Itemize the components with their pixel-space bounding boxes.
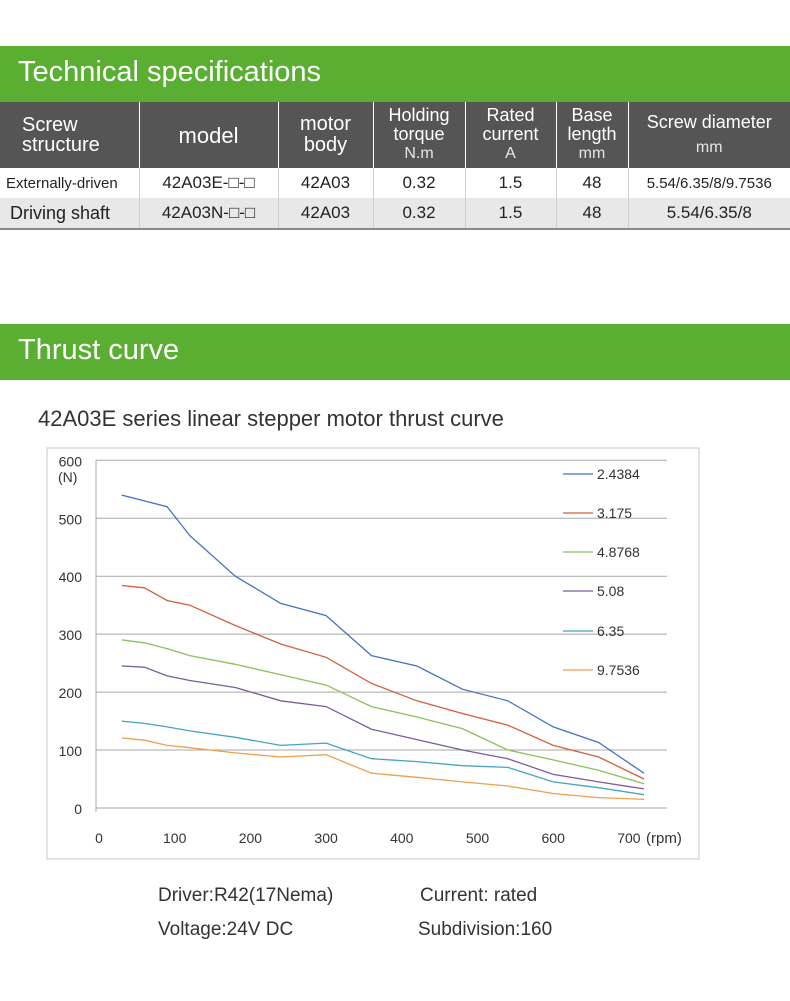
y-tick-label: 400 xyxy=(59,569,83,585)
y-tick-label: 300 xyxy=(59,627,83,643)
legend-label: 5.08 xyxy=(597,583,624,599)
cell-base-length: 48 xyxy=(556,168,629,198)
legend-label: 3.175 xyxy=(597,505,632,521)
x-tick-label: 500 xyxy=(466,830,490,846)
spec-header-row: Screw structure model motor body Holding… xyxy=(0,102,790,168)
y-tick-label: 600 xyxy=(59,453,83,469)
x-axis-label: (rpm) xyxy=(646,830,682,847)
cell-base-length: 48 xyxy=(556,198,629,230)
legend-label: 6.35 xyxy=(597,623,624,639)
x-tick-label: 400 xyxy=(390,830,414,846)
y-axis-label: (N) xyxy=(58,469,77,485)
legend-label: 4.8768 xyxy=(597,544,640,560)
thrust-banner: Thrust curve xyxy=(0,324,790,380)
cell-rated-current: 1.5 xyxy=(465,168,557,198)
cell-holding-torque: 0.32 xyxy=(373,168,466,198)
spec-row-driving-shaft: Driving shaft 42A03N-□-□ 42A03 0.32 1.5 … xyxy=(0,198,790,230)
thrust-chart: 0100200300400500600(N)0 100 200 300 400 500 60… xyxy=(46,447,700,860)
cell-screw-structure: Externally-driven xyxy=(0,168,140,198)
note-driver: Driver:R42(17Nema) xyxy=(158,885,334,906)
x-tick-label: 0 xyxy=(95,830,103,846)
header-holding-torque: Holding torque N.m xyxy=(373,102,466,168)
spec-row-externally-driven: Externally-driven 42A03E-□-□ 42A03 0.32 … xyxy=(0,168,790,198)
header-base-length: Base length mm xyxy=(556,102,629,168)
header-motor-body: motor body xyxy=(278,102,374,168)
legend-label: 9.7536 xyxy=(597,662,640,678)
y-tick-label: 0 xyxy=(74,801,82,817)
cell-screw-diameter: 5.54/6.35/8/9.7536 xyxy=(628,168,790,198)
header-screw-diameter: Screw diameter mm xyxy=(628,102,790,168)
cell-motor-body: 42A03 xyxy=(278,198,374,230)
note-current: Current: rated xyxy=(420,885,538,906)
spec-table: Screw structure model motor body Holding… xyxy=(0,102,790,230)
thrust-title: Thrust curve xyxy=(18,334,180,366)
y-tick-label: 200 xyxy=(59,685,83,701)
cell-model: 42A03E-□-□ xyxy=(139,168,279,198)
y-tick-label: 100 xyxy=(59,743,83,759)
cell-screw-structure: Driving shaft xyxy=(0,198,140,230)
header-model: model xyxy=(139,102,279,168)
note-voltage: Voltage:24V DC xyxy=(158,919,294,940)
x-tick-label: 100 xyxy=(163,830,187,846)
chart-title: 42A03E series linear stepper motor thrus… xyxy=(38,406,504,431)
cell-motor-body: 42A03 xyxy=(278,168,374,198)
header-rated-current: Rated current A xyxy=(465,102,557,168)
y-tick-label: 500 xyxy=(59,511,83,527)
note-subdivision: Subdivision:160 xyxy=(418,919,553,940)
x-tick-label: 600 xyxy=(542,830,566,846)
spec-title: Technical specifications xyxy=(18,56,322,88)
spec-banner: Technical specifications xyxy=(0,46,790,102)
header-screw-structure: Screw structure xyxy=(0,102,140,168)
cell-model: 42A03N-□-□ xyxy=(139,198,279,230)
cell-screw-diameter: 5.54/6.35/8 xyxy=(628,198,790,230)
x-tick-label: 700 xyxy=(617,830,641,846)
legend-label: 2.4384 xyxy=(597,466,640,482)
cell-rated-current: 1.5 xyxy=(465,198,557,230)
x-tick-label: 300 xyxy=(314,830,338,846)
x-tick-label: 200 xyxy=(239,830,263,846)
cell-holding-torque: 0.32 xyxy=(373,198,466,230)
